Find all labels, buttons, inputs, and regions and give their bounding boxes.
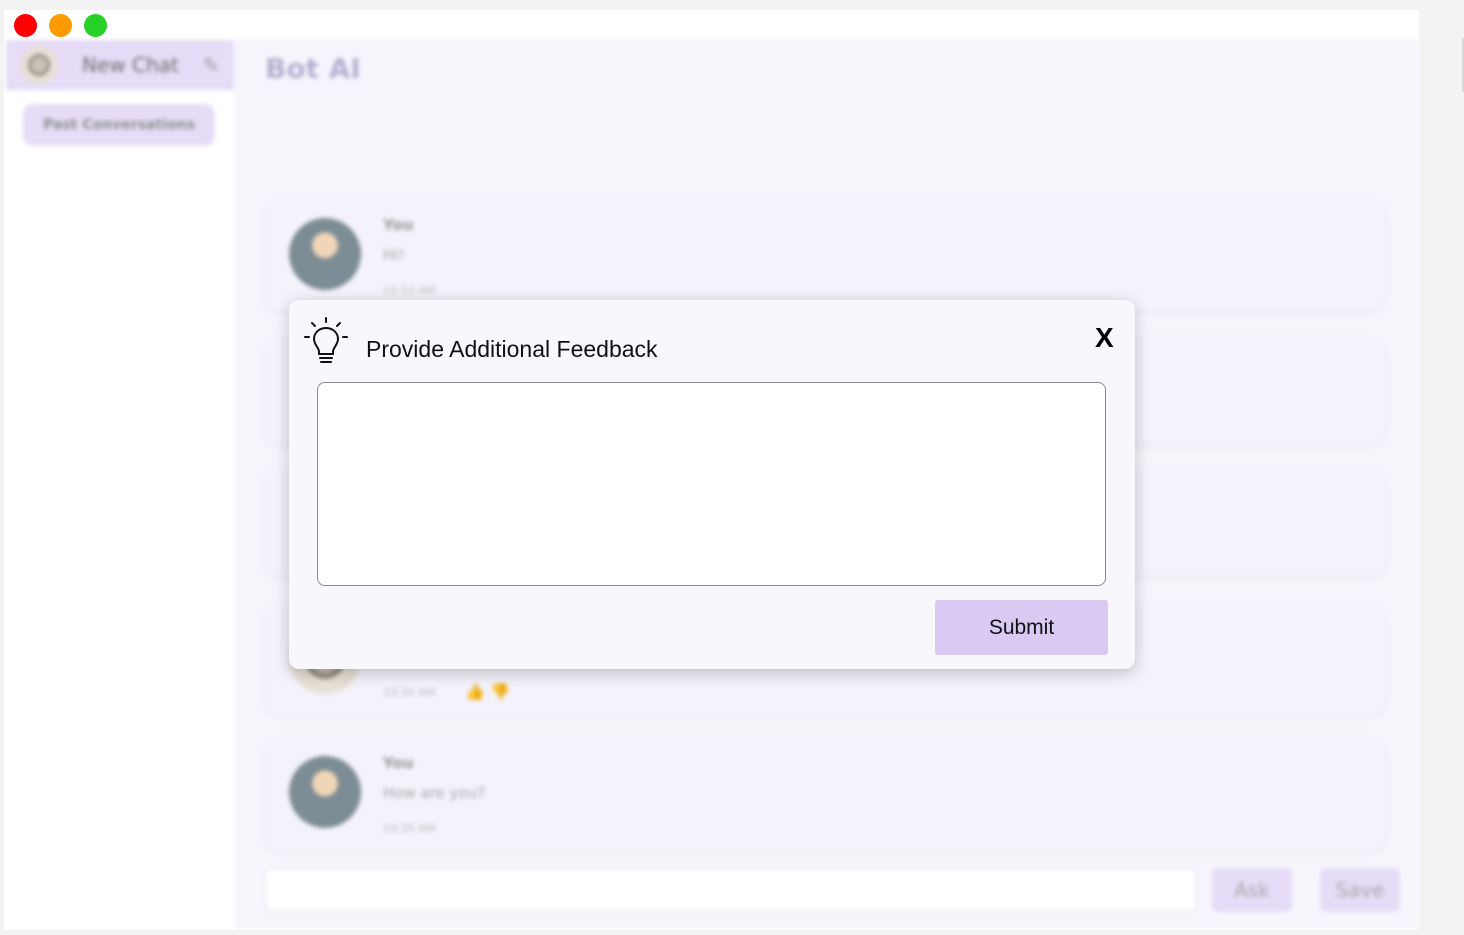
modal-title: Provide Additional Feedback: [366, 336, 658, 362]
thumbs-up-icon[interactable]: 👍: [465, 682, 485, 701]
message-author: You: [383, 216, 414, 234]
feedback-modal: Provide Additional Feedback X Submit: [289, 300, 1135, 669]
maximize-window-button[interactable]: [84, 14, 107, 37]
past-conversations-button[interactable]: Past Conversations: [23, 104, 215, 146]
new-chat-button[interactable]: New Chat ✎: [6, 40, 234, 90]
window-controls: [14, 14, 107, 37]
user-avatar: [289, 218, 361, 290]
edit-icon: ✎: [202, 53, 220, 77]
message-time: 10:35 AM: [383, 822, 436, 835]
close-modal-button[interactable]: X: [1095, 322, 1114, 354]
ask-button[interactable]: Ask: [1212, 868, 1292, 912]
message-time: 10:34 AM: [383, 686, 436, 699]
message-card: You How are you? 10:35 AM: [265, 738, 1385, 850]
save-button[interactable]: Save: [1320, 868, 1400, 912]
message-author: You: [383, 754, 414, 772]
close-window-button[interactable]: [14, 14, 37, 37]
message-card: You Hi! 10:33 AM: [265, 200, 1385, 310]
submit-button[interactable]: Submit: [935, 600, 1108, 655]
feedback-icons: 👍 👎: [465, 682, 510, 701]
message-text: Hi!: [383, 246, 405, 264]
message-time: 10:33 AM: [383, 284, 436, 297]
user-avatar: [289, 756, 361, 828]
message-text: How are you?: [383, 784, 486, 802]
page-title: Bot AI: [265, 52, 361, 85]
new-chat-label: New Chat: [82, 53, 179, 77]
thumbs-down-icon[interactable]: 👎: [490, 682, 510, 701]
bot-logo-icon: [20, 46, 58, 84]
sidebar: New Chat ✎ Past Conversations: [4, 38, 234, 930]
ask-input[interactable]: [265, 868, 1197, 912]
minimize-window-button[interactable]: [49, 14, 72, 37]
lightbulb-icon: [304, 317, 348, 363]
feedback-textarea[interactable]: [317, 382, 1106, 586]
